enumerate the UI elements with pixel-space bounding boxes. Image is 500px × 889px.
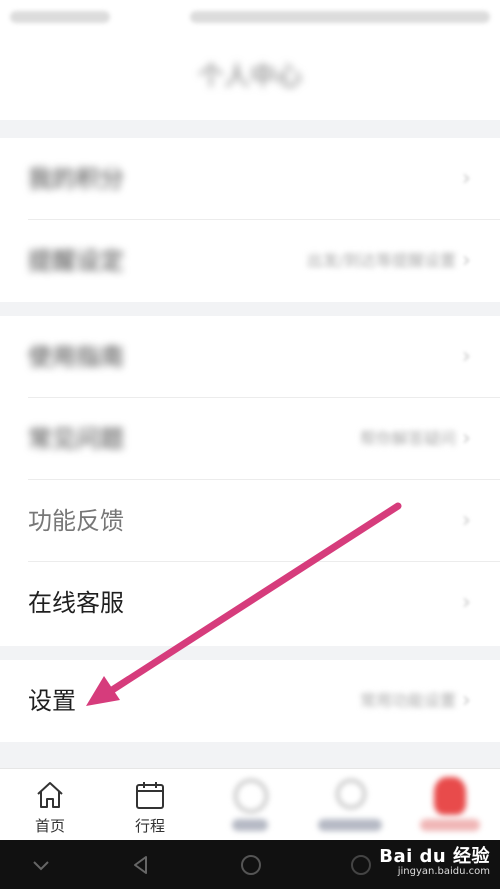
row-points[interactable]: 我的积分 › (0, 138, 500, 220)
tab-label-blurred (420, 819, 480, 831)
back-icon[interactable] (128, 852, 154, 878)
message-icon (336, 779, 366, 809)
row-label: 提醒设定 (28, 247, 124, 275)
row-label: 设置 (28, 687, 76, 715)
tab-profile[interactable] (400, 769, 500, 841)
page-header: 个人中心 (0, 36, 500, 120)
discover-icon (234, 779, 268, 813)
tab-message[interactable] (300, 769, 400, 841)
row-value: 帮你解答疑问 (359, 429, 456, 448)
row-value: 常用功能设置 (359, 691, 456, 710)
settings-group-3: 设置 常用功能设置 › (0, 660, 500, 742)
recents-icon[interactable] (348, 852, 374, 878)
row-faq[interactable]: 常见问题 帮你解答疑问 › (0, 398, 500, 480)
chevron-down-icon[interactable] (28, 852, 54, 878)
status-bar (0, 0, 500, 36)
profile-icon (434, 777, 466, 815)
row-guide[interactable]: 使用指南 › (0, 316, 500, 398)
calendar-icon (136, 782, 164, 809)
tab-discover[interactable] (200, 769, 300, 841)
tab-label-blurred (232, 819, 268, 831)
bottom-tab-bar: 首页 行程 (0, 768, 500, 840)
chevron-right-icon: › (462, 344, 471, 369)
page-title: 个人中心 (197, 62, 302, 92)
row-label: 我的积分 (28, 165, 124, 193)
row-feedback[interactable]: 功能反馈 › (0, 480, 500, 562)
row-value: 出发/到达等提醒设置 (306, 251, 456, 270)
settings-group-2: 使用指南 › 常见问题 帮你解答疑问 › 功能反馈 › 在线客服 › (0, 316, 500, 646)
home-icon (37, 782, 63, 808)
chevron-right-icon: › (462, 688, 471, 713)
tab-trips[interactable]: 行程 (100, 769, 200, 841)
carrier-text (10, 11, 110, 23)
tab-label-blurred (318, 819, 382, 831)
tab-home[interactable]: 首页 (0, 769, 100, 841)
tab-label: 行程 (134, 817, 165, 835)
row-label: 功能反馈 (28, 507, 124, 535)
chevron-right-icon: › (462, 508, 471, 533)
status-icons (190, 11, 490, 23)
settings-group-1: 我的积分 › 提醒设定 出发/到达等提醒设置 › (0, 138, 500, 302)
watermark-main: Bai du 经验 (379, 846, 490, 867)
baidu-watermark: Bai du 经验 jingyan.baidu.com (379, 842, 490, 877)
chevron-right-icon: › (462, 248, 471, 273)
row-label: 在线客服 (28, 589, 124, 617)
home-button-icon[interactable] (238, 852, 264, 878)
tab-label: 首页 (34, 817, 65, 835)
row-online-service[interactable]: 在线客服 › (0, 562, 500, 644)
row-label: 常见问题 (28, 425, 124, 453)
chevron-right-icon: › (462, 166, 471, 191)
row-label: 使用指南 (28, 343, 124, 371)
row-settings[interactable]: 设置 常用功能设置 › (0, 660, 500, 742)
chevron-right-icon: › (462, 590, 471, 615)
row-reminder[interactable]: 提醒设定 出发/到达等提醒设置 › (0, 220, 500, 302)
chevron-right-icon: › (462, 426, 471, 451)
